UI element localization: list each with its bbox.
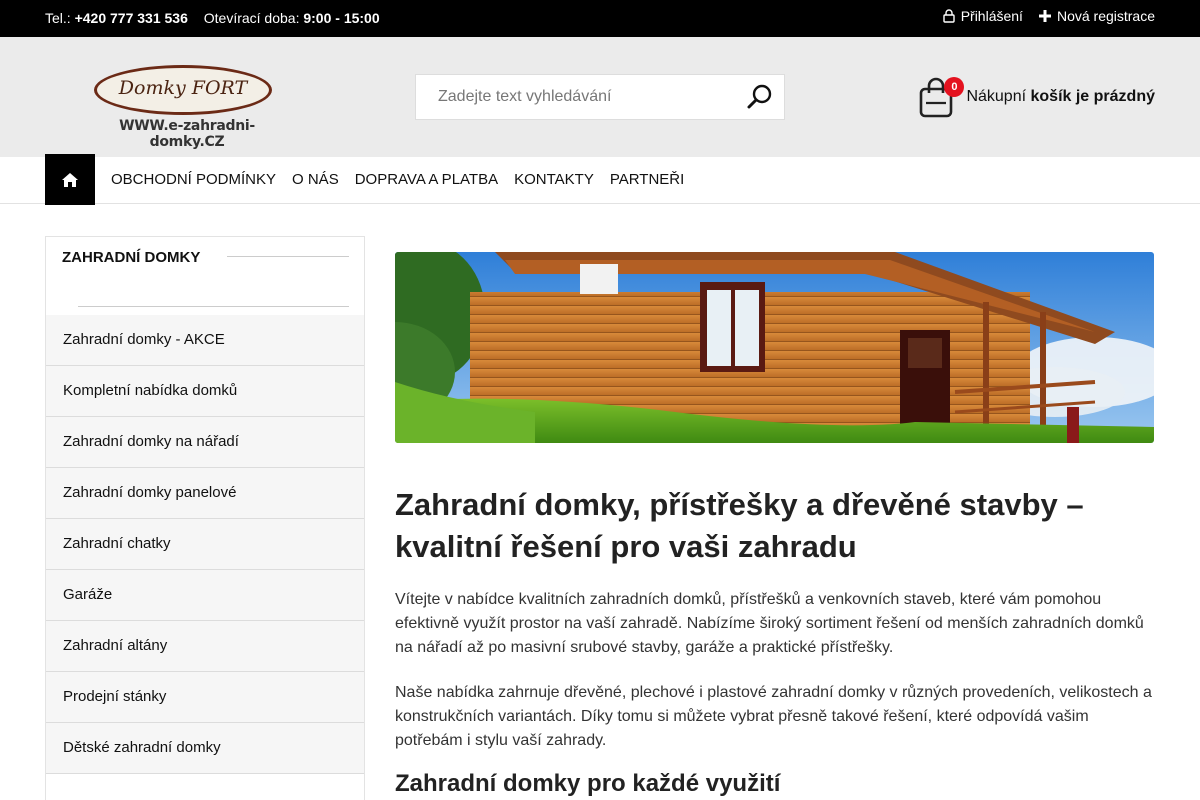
site-header: Domky FORT WWW.e-zahradni-domky.CZ 0 Nák… xyxy=(0,37,1200,157)
nav-item-kontakty[interactable]: KONTAKTY xyxy=(506,171,602,188)
sidebar-item-akce[interactable]: Zahradní domky - AKCE xyxy=(46,315,364,366)
search-input[interactable] xyxy=(416,75,736,119)
sidebar-item-altany[interactable]: Zahradní altány xyxy=(46,621,364,672)
home-button[interactable] xyxy=(45,154,95,205)
cart-widget[interactable]: 0 Nákupní košík je prázdný xyxy=(918,75,1155,119)
nav-item-partneri[interactable]: PARTNEŘI xyxy=(602,171,692,188)
cart-bag: 0 xyxy=(918,75,965,119)
opening-hours: 9:00 - 15:00 xyxy=(303,10,380,26)
site-logo[interactable]: Domky FORT WWW.e-zahradni-domky.CZ xyxy=(86,63,286,150)
intro-paragraph: Vítejte v nabídce kvalitních zahradních … xyxy=(395,591,1144,656)
search-icon xyxy=(747,84,772,109)
top-bar: Tel.: +420 777 331 536 Otevírací doba: 9… xyxy=(0,0,1200,37)
search-box xyxy=(415,74,785,120)
sidebar-item-prodejni-stanky[interactable]: Prodejní stánky xyxy=(46,672,364,723)
nav-item-obchodni-podminky[interactable]: OBCHODNÍ PODMÍNKY xyxy=(103,171,284,188)
lock-icon xyxy=(942,9,955,23)
sidebar-item-chatky[interactable]: Zahradní chatky xyxy=(46,519,364,570)
cart-text: Nákupní košík je prázdný xyxy=(966,88,1155,106)
offer-paragraph: Naše nabídka zahrnuje dřevěné, plechové … xyxy=(395,684,1152,749)
sidebar-title: ZAHRADNÍ DOMKY xyxy=(62,249,201,266)
divider xyxy=(227,256,349,257)
login-link[interactable]: Přihlášení xyxy=(942,8,1023,24)
plus-icon xyxy=(1038,10,1051,22)
contact-info: Tel.: +420 777 331 536 Otevírací doba: 9… xyxy=(45,10,380,26)
cart-status: košík je prázdný xyxy=(1030,88,1156,105)
sidebar-item-garaze[interactable]: Garáže xyxy=(46,570,364,621)
sidebar-item-domky-na-naradi[interactable]: Zahradní domky na nářadí xyxy=(46,417,364,468)
main-nav: OBCHODNÍ PODMÍNKY O NÁS DOPRAVA A PLATBA… xyxy=(0,154,1200,205)
sidebar-item-domky-panelove[interactable]: Zahradní domky panelové xyxy=(46,468,364,519)
logo-name: Domky FORT xyxy=(118,77,248,99)
sidebar-item-kompletni-nabidka[interactable]: Kompletní nabídka domků xyxy=(46,366,364,417)
nav-item-doprava-a-platba[interactable]: DOPRAVA A PLATBA xyxy=(347,171,506,188)
cart-label: Nákupní xyxy=(966,88,1027,105)
cart-count-badge: 0 xyxy=(944,77,965,97)
login-label: Přihlášení xyxy=(960,8,1023,24)
page-title: Zahradní domky, přístřešky a dřevěné sta… xyxy=(395,487,1084,564)
phone-label: Tel.: xyxy=(45,10,71,26)
phone-number[interactable]: +420 777 331 536 xyxy=(75,10,188,26)
hero-banner-image xyxy=(395,252,1154,443)
category-sidebar: ZAHRADNÍ DOMKY Zahradní domky - AKCE Kom… xyxy=(45,236,365,800)
register-link[interactable]: Nová registrace xyxy=(1038,8,1155,24)
search-button[interactable] xyxy=(746,83,774,111)
sidebar-item-detske-domky[interactable]: Dětské zahradní domky xyxy=(46,723,364,774)
hours-label: Otevírací doba: xyxy=(203,10,300,26)
logo-url: WWW.e-zahradni-domky.CZ xyxy=(119,118,255,150)
home-icon xyxy=(62,172,78,187)
register-label: Nová registrace xyxy=(1056,8,1155,24)
section-title: Zahradní domky pro každé využití xyxy=(395,770,781,797)
nav-item-o-nas[interactable]: O NÁS xyxy=(284,171,347,188)
divider xyxy=(78,306,349,307)
